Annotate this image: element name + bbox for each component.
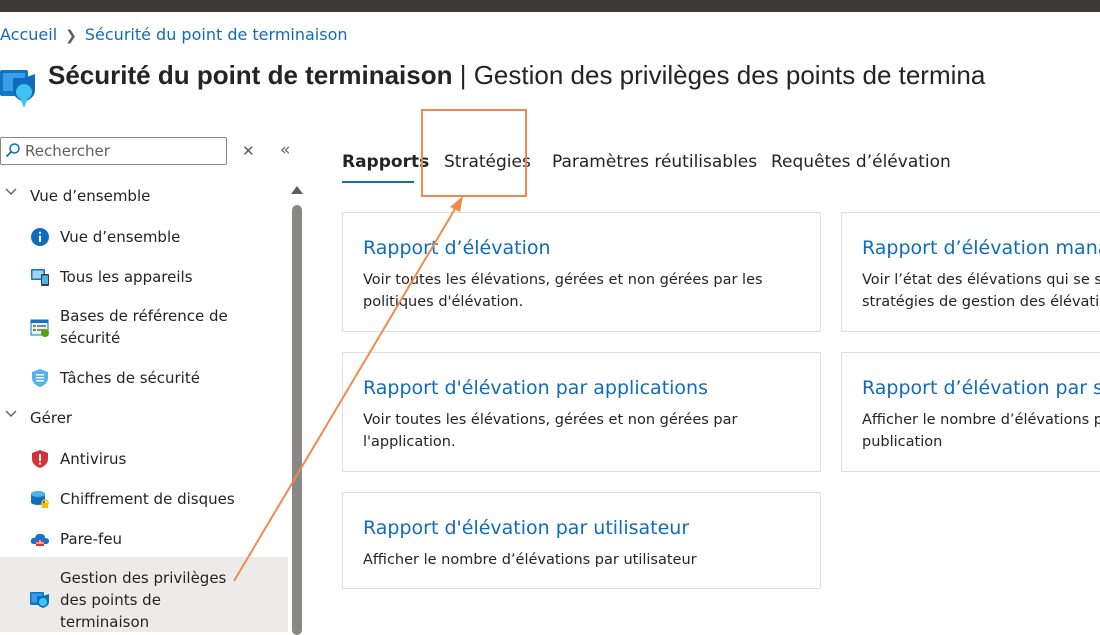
sidebar-item-label: Gestion des privilèges des points de ter…: [60, 569, 227, 631]
sidebar-item-security-tasks[interactable]: Tâches de sécurité: [0, 366, 288, 390]
tab-elevation-requests[interactable]: Requêtes d’élévation: [771, 152, 951, 172]
sidebar-scrollbar-thumb[interactable]: [292, 205, 302, 635]
tab-reusable-settings[interactable]: Paramètres réutilisables: [552, 152, 757, 172]
sidebar-group-manage[interactable]: Gérer: [0, 399, 288, 435]
report-card[interactable]: Rapport d’élévation par ser Afficher le …: [841, 352, 1100, 472]
devices-icon: [31, 269, 49, 286]
chevron-right-icon: ❯: [65, 28, 77, 44]
scroll-up-arrow[interactable]: [291, 186, 303, 194]
chevron-down-icon: [5, 410, 17, 417]
clear-search-icon[interactable]: ✕: [242, 142, 255, 160]
sidebar-item-label: Bases de référence de sécurité: [60, 307, 228, 347]
report-card-description: Voir toutes les élévations, gérées et no…: [363, 412, 738, 450]
tab-reports[interactable]: Rapports: [342, 152, 429, 172]
sidebar-item-label: Antivirus: [60, 450, 127, 468]
sidebar-item-label: Tous les appareils: [60, 268, 193, 286]
sidebar-item-label: Chiffrement de disques: [60, 490, 235, 508]
sidebar-item-label: Vue d’ensemble: [60, 228, 181, 246]
report-card[interactable]: Rapport d'élévation par applications Voi…: [342, 352, 821, 472]
sidebar-item-all-devices[interactable]: Tous les appareils: [0, 265, 288, 289]
report-card[interactable]: Rapport d’élévation Voir toutes les élév…: [342, 212, 821, 332]
sidebar-item-disk-encryption[interactable]: Chiffrement de disques: [0, 487, 288, 511]
sidebar-item-label: Pare-feu: [60, 530, 123, 548]
report-card-title[interactable]: Rapport d’élévation manag: [862, 237, 1100, 259]
sidebar-group-label: Gérer: [30, 409, 73, 427]
annotation-highlight-box: [421, 109, 527, 197]
report-card-description: Afficher le nombre d’élévations p public…: [862, 412, 1100, 450]
search-icon: [5, 143, 20, 158]
sidebar-item-security-baselines[interactable]: Bases de référence de sécurité: [0, 305, 288, 351]
disk-encryption-icon: [31, 491, 49, 508]
report-card-description: Voir toutes les élévations, gérées et no…: [363, 272, 763, 310]
page-title: Sécurité du point de terminaison | Gesti…: [48, 60, 985, 91]
search-input[interactable]: [25, 140, 220, 162]
report-card-description: Afficher le nombre d’élévations par util…: [363, 552, 697, 568]
report-card-title[interactable]: Rapport d'élévation par utilisateur: [363, 517, 689, 539]
sidebar-group-label: Vue d’ensemble: [30, 187, 151, 205]
top-bar: [0, 0, 1100, 12]
page-title-sub: | Gestion des privilèges des points de t…: [459, 60, 986, 90]
report-card[interactable]: Rapport d'élévation par utilisateur Affi…: [342, 492, 821, 589]
firewall-cloud-icon: [30, 533, 49, 546]
sidebar-item-overview[interactable]: Vue d’ensemble: [0, 225, 288, 249]
report-card[interactable]: Rapport d’élévation manag Voir l’état de…: [841, 212, 1100, 332]
chevron-down-icon: [5, 188, 17, 195]
info-icon: [31, 228, 49, 246]
report-card-description: Voir l’état des élévations qui se sou st…: [862, 272, 1100, 310]
report-card-title[interactable]: Rapport d’élévation par ser: [862, 377, 1100, 399]
report-card-title[interactable]: Rapport d’élévation: [363, 237, 551, 259]
antivirus-shield-icon: [32, 450, 48, 468]
sidebar-item-endpoint-privilege-management[interactable]: Gestion des privilèges des points de ter…: [0, 557, 288, 632]
sidebar-item-label: Tâches de sécurité: [60, 369, 200, 387]
page-title-main: Sécurité du point de terminaison: [48, 60, 453, 90]
search-box: [0, 137, 227, 165]
privilege-management-icon: [30, 592, 49, 608]
breadcrumb: Accueil ❯ Sécurité du point de terminaison: [0, 25, 348, 44]
endpoint-security-icon: [0, 70, 35, 108]
shield-tasks-icon: [32, 369, 48, 387]
breadcrumb-home-link[interactable]: Accueil: [0, 25, 57, 44]
collapse-sidebar-icon[interactable]: «: [280, 140, 290, 160]
sidebar-item-firewall[interactable]: Pare-feu: [0, 527, 288, 551]
active-tab-indicator: [342, 181, 414, 183]
report-card-title[interactable]: Rapport d'élévation par applications: [363, 377, 708, 399]
sidebar-item-antivirus[interactable]: Antivirus: [0, 447, 288, 471]
sidebar-group-overview[interactable]: Vue d’ensemble: [0, 177, 288, 213]
security-baseline-icon: [30, 319, 49, 337]
breadcrumb-current-link[interactable]: Sécurité du point de terminaison: [85, 25, 348, 44]
